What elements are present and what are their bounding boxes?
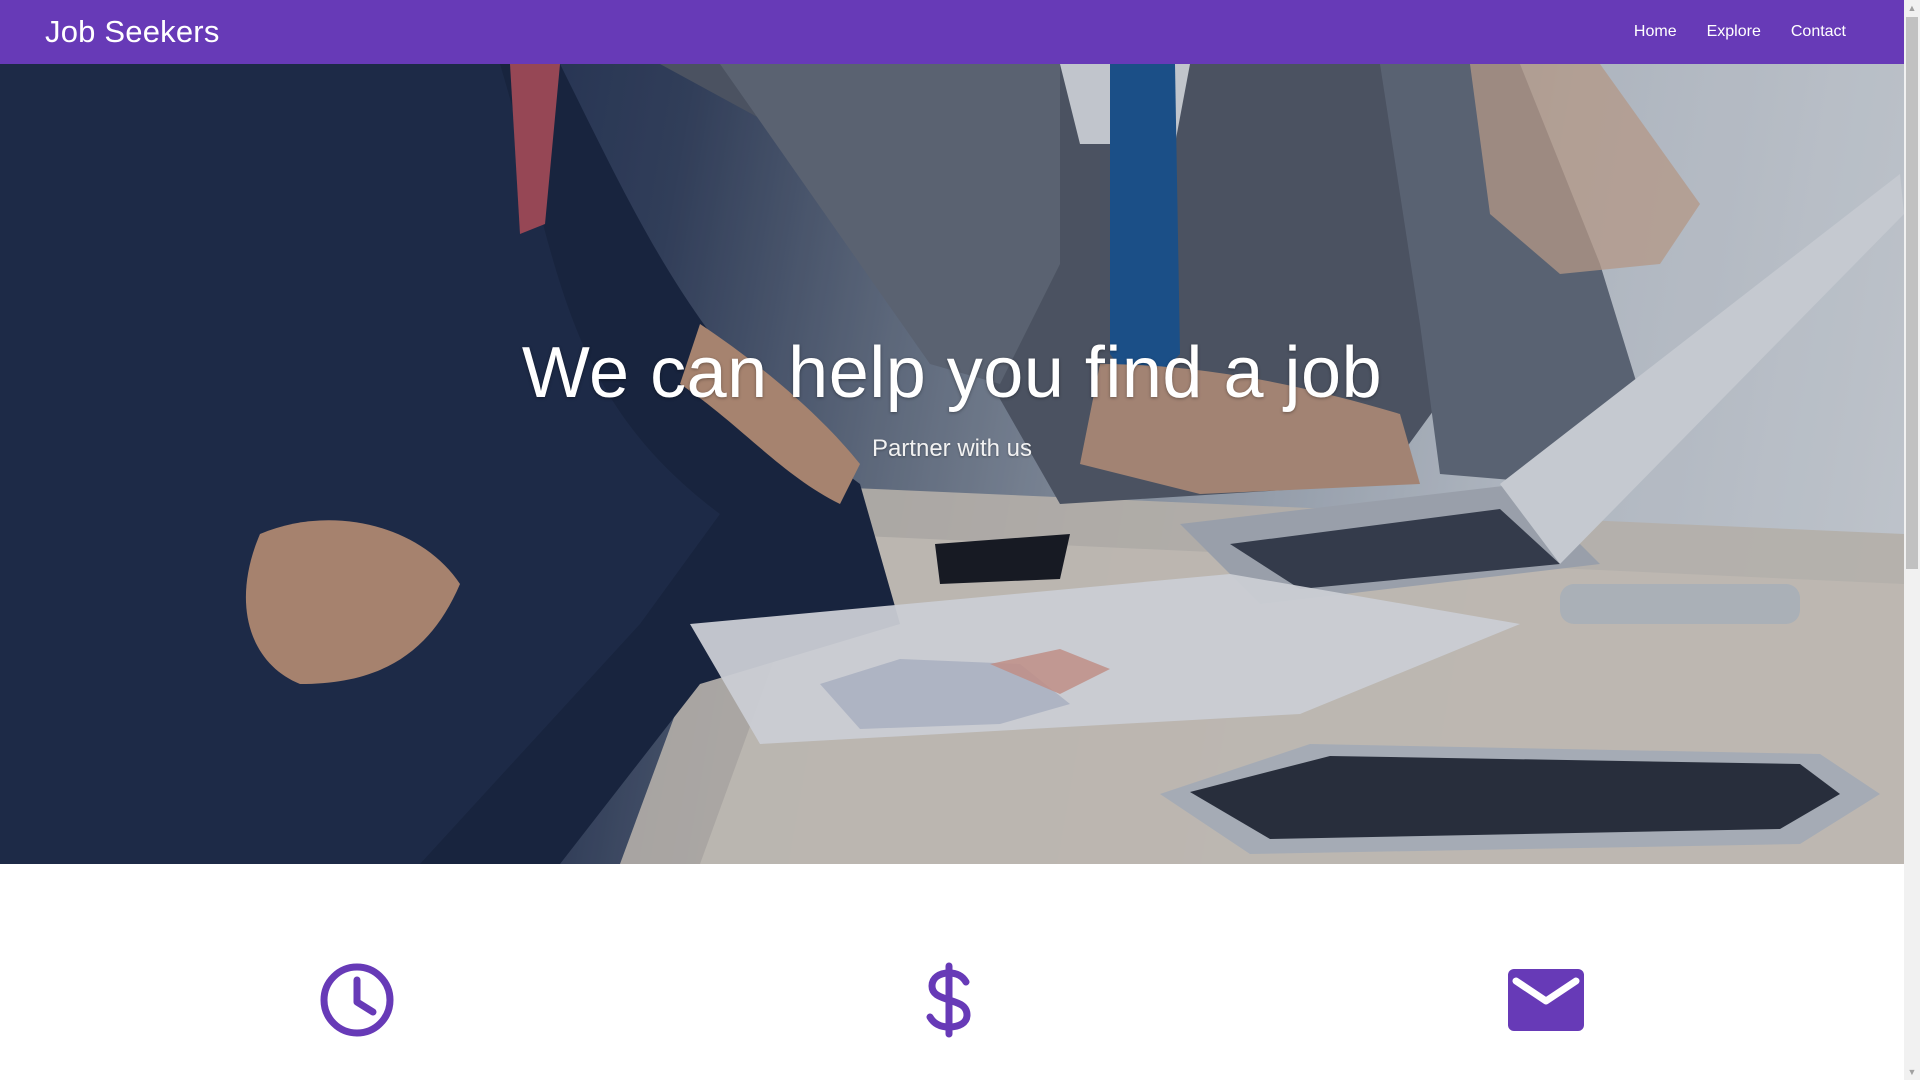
brand-logo-link[interactable]: Job Seekers: [45, 14, 220, 50]
dollar-icon: [909, 960, 989, 1040]
nav-link-explore[interactable]: Explore: [1707, 17, 1761, 47]
vertical-scrollbar[interactable]: ▲ ▼: [1904, 0, 1920, 1080]
nav-links: Home Explore Contact: [1634, 17, 1846, 47]
top-navbar: Job Seekers Home Explore Contact: [0, 0, 1904, 64]
hero-overlay: [0, 64, 1904, 864]
scrollbar-thumb[interactable]: [1906, 17, 1918, 569]
clock-icon: [317, 960, 397, 1040]
hero-content: We can help you find a job Partner with …: [0, 333, 1904, 463]
hero-title: We can help you find a job: [521, 333, 1383, 413]
nav-link-home[interactable]: Home: [1634, 17, 1677, 47]
features-section: [0, 864, 1904, 1080]
scroll-down-arrow-icon[interactable]: ▼: [1904, 1064, 1920, 1080]
nav-link-contact[interactable]: Contact: [1791, 17, 1846, 47]
hero-subtitle: Partner with us: [871, 435, 1033, 463]
mail-icon: [1506, 960, 1586, 1040]
page: Job Seekers Home Explore Contact We can …: [0, 0, 1920, 1080]
hero-banner: We can help you find a job Partner with …: [0, 64, 1904, 864]
scroll-up-arrow-icon[interactable]: ▲: [1904, 0, 1920, 16]
